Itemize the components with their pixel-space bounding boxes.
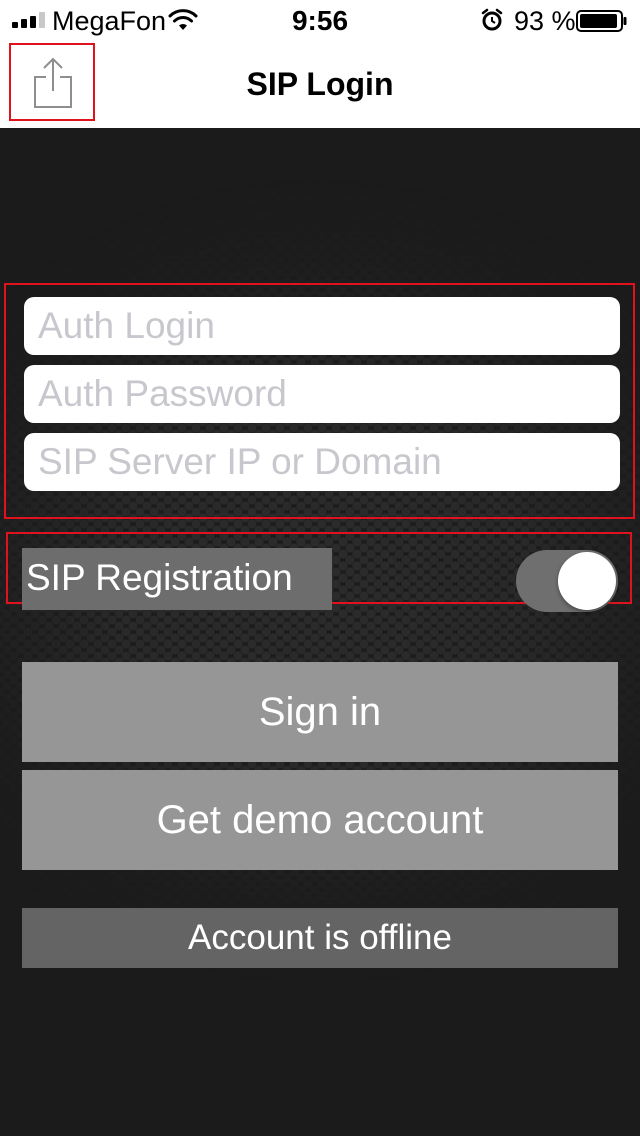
sign-in-button[interactable]: Sign in <box>22 662 618 762</box>
account-status-label: Account is offline <box>22 908 618 968</box>
battery-percent: 93 % <box>514 6 576 36</box>
auth-password-input[interactable] <box>24 365 620 423</box>
battery-icon <box>576 10 627 32</box>
alarm-icon <box>481 8 503 31</box>
sip-registration-row: SIP Registration <box>6 532 632 612</box>
page-title: SIP Login <box>246 66 394 102</box>
navigation-bar: SIP Login <box>0 40 640 128</box>
hex-pattern-background <box>0 128 640 1136</box>
sip-registration-toggle[interactable] <box>516 550 618 612</box>
status-bar: MegaFon 9:56 93 % <box>0 0 640 40</box>
main-content: SIP Registration Sign in Get demo accoun… <box>0 128 640 1136</box>
sip-server-input[interactable] <box>24 433 620 491</box>
credentials-group <box>4 283 635 519</box>
sip-registration-label: SIP Registration <box>22 548 332 610</box>
toggle-knob <box>558 552 616 610</box>
auth-login-input[interactable] <box>24 297 620 355</box>
get-demo-account-button[interactable]: Get demo account <box>22 770 618 870</box>
